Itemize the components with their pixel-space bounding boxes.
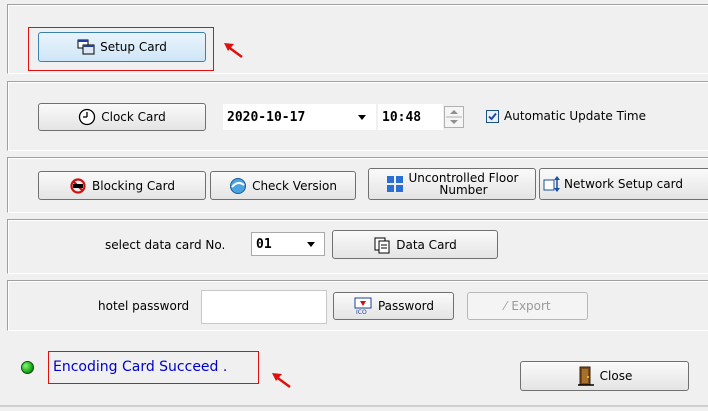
bottom-divider <box>0 405 708 407</box>
password-button-label: Password <box>377 299 435 313</box>
door-exit-icon <box>577 366 595 386</box>
close-label: Close <box>599 369 633 383</box>
time-value: 10:48 <box>382 109 422 125</box>
floor-grid-icon <box>386 175 404 193</box>
network-setup-label: Network Setup card <box>564 177 683 191</box>
spinner-arrows-icon <box>446 110 462 124</box>
hotel-password-label: hotel password <box>98 299 190 313</box>
check-version-button[interactable]: Check Version <box>210 171 356 200</box>
status-message: Encoding Card Succeed . <box>53 359 228 375</box>
network-setup-icon <box>543 175 561 193</box>
data-card-icon <box>373 236 391 254</box>
checkmark-icon <box>488 112 497 121</box>
setup-annotation-arrow <box>224 43 243 59</box>
blocking-card-button[interactable]: Blocking Card <box>38 171 206 200</box>
close-button[interactable]: Close <box>520 361 689 391</box>
setup-card-icon <box>77 39 95 55</box>
date-picker[interactable]: 2020-10-17 <box>223 104 376 130</box>
uncontrolled-floor-line2: Number <box>439 183 488 197</box>
date-value: 2020-10-17 <box>227 109 306 125</box>
setup-card-button[interactable]: Setup Card <box>38 32 206 62</box>
check-version-icon <box>229 177 247 195</box>
status-led-icon <box>21 361 34 374</box>
auto-update-label: Automatic Update Time <box>504 109 646 123</box>
hotel-password-input[interactable] <box>201 290 327 324</box>
export-button[interactable]: ⁄ Export <box>467 292 588 320</box>
setup-card-label: Setup Card <box>100 40 167 54</box>
uncontrolled-floor-text: Uncontrolled Floor Number <box>409 172 519 196</box>
select-data-card-label: select data card No. <box>105 238 226 252</box>
data-card-label: Data Card <box>396 237 457 252</box>
svg-text:ICO: ICO <box>356 309 367 315</box>
password-icon: ICO <box>353 297 373 315</box>
clock-icon <box>78 108 96 126</box>
uncontrolled-floor-button[interactable]: Uncontrolled Floor Number <box>368 168 536 200</box>
data-card-button[interactable]: Data Card <box>332 230 498 259</box>
time-spinner[interactable] <box>444 106 464 128</box>
clock-card-label: Clock Card <box>101 110 166 124</box>
time-field[interactable]: 10:48 <box>378 104 443 130</box>
blocking-card-label: Blocking Card <box>92 178 175 193</box>
check-version-label: Check Version <box>252 178 337 193</box>
card-no-dropdown-arrow[interactable] <box>307 242 315 247</box>
auto-update-checkbox[interactable] <box>486 110 499 123</box>
card-no-value: 01 <box>256 236 272 252</box>
network-setup-button[interactable]: Network Setup card <box>539 168 708 200</box>
export-icon: ⁄ <box>504 299 507 313</box>
date-dropdown-arrow[interactable] <box>358 115 366 120</box>
clock-card-button[interactable]: Clock Card <box>38 103 206 131</box>
status-annotation-arrow <box>272 373 291 389</box>
export-label: Export <box>511 299 551 313</box>
password-button[interactable]: ICO Password <box>333 292 454 320</box>
blocking-icon <box>69 177 87 194</box>
